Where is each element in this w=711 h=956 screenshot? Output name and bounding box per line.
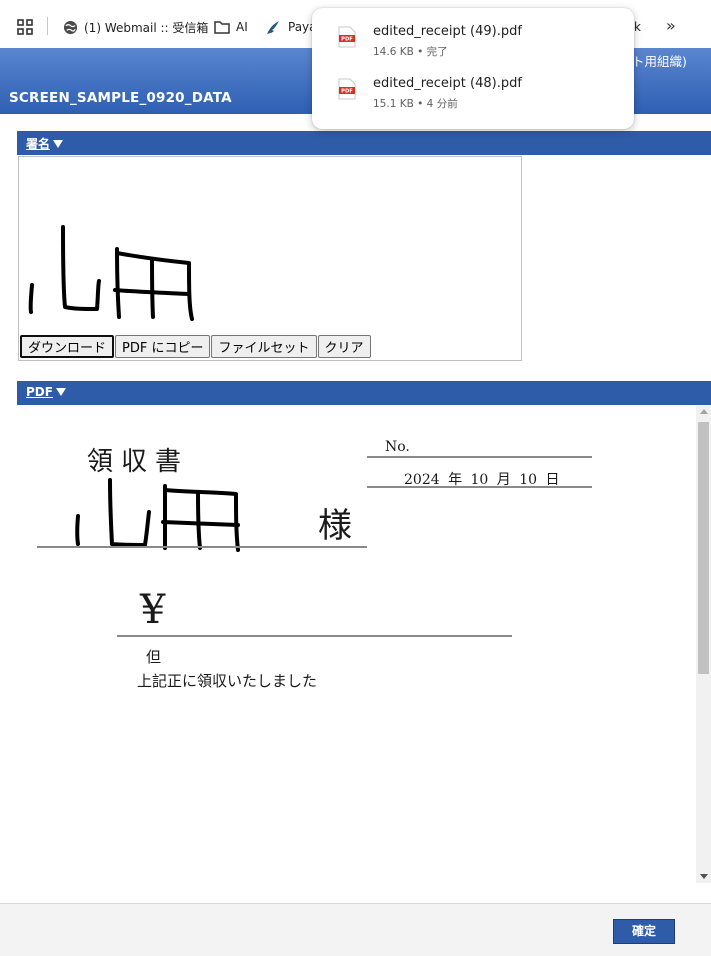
globe-icon <box>63 20 78 34</box>
pdf-file-icon: PDF <box>338 78 356 100</box>
copy-to-pdf-button[interactable]: PDF にコピー <box>115 335 211 358</box>
signature-section-header: 署名 <box>17 131 711 155</box>
receipt-received-text: 上記正に領収いたしました <box>137 672 318 690</box>
receipt-name-line <box>37 546 367 548</box>
download-meta: 14.6 KB • 完了 <box>373 46 448 58</box>
download-filename: edited_receipt (48).pdf <box>373 76 522 91</box>
receipt-amount-line <box>117 635 512 637</box>
signature-drawing <box>28 225 194 321</box>
bookmark-webmail-label: (1) Webmail :: 受信箱 <box>84 20 209 35</box>
bookmark-ai[interactable]: AI <box>214 18 248 36</box>
bird-icon <box>267 20 279 34</box>
clear-button[interactable]: クリア <box>317 335 371 358</box>
scroll-thumb[interactable] <box>698 422 709 674</box>
bookmark-partial-label: k <box>634 20 641 34</box>
receipt-honorific: 様 <box>318 506 352 546</box>
pdf-file-icon: PDF <box>338 26 356 48</box>
receipt-tadashi: 但 <box>146 648 162 666</box>
download-button[interactable]: ダウンロード <box>20 335 115 358</box>
signature-section-toggle[interactable]: 署名 <box>26 135 64 152</box>
confirm-button[interactable]: 確定 <box>613 919 675 944</box>
scroll-down-arrow-icon[interactable] <box>700 874 708 879</box>
signature-button-row: ダウンロード PDF にコピー ファイルセット クリア <box>20 335 372 358</box>
bookmarks-more-button[interactable]: » <box>666 16 676 35</box>
downloads-popup: PDF edited_receipt (49).pdf 14.6 KB • 完了… <box>312 8 634 129</box>
triangle-down-icon <box>55 388 66 396</box>
bookmark-ai-label: AI <box>236 20 248 34</box>
receipt-no-label: No. <box>385 439 410 455</box>
file-set-button[interactable]: ファイルセット <box>211 335 317 358</box>
pdf-scrollbar[interactable] <box>696 405 711 883</box>
triangle-down-icon <box>53 140 64 148</box>
bookmark-paya[interactable]: Paya <box>265 18 317 36</box>
download-filename: edited_receipt (49).pdf <box>373 24 522 39</box>
download-item[interactable]: PDF edited_receipt (48).pdf 15.1 KB • 4 … <box>312 60 634 112</box>
pdf-section-label: PDF <box>26 385 53 399</box>
download-meta: 15.1 KB • 4 分前 <box>373 98 458 110</box>
receipt-yen-symbol: ¥ <box>140 587 166 633</box>
scroll-up-arrow-icon[interactable] <box>700 409 708 414</box>
pdf-section-toggle[interactable]: PDF <box>26 385 66 399</box>
signature-pad[interactable]: ダウンロード PDF にコピー ファイルセット クリア <box>18 156 522 361</box>
apps-grid-icon[interactable] <box>17 19 33 35</box>
bookmark-partial[interactable]: k <box>634 18 641 36</box>
svg-text:PDF: PDF <box>341 37 353 43</box>
bookmark-webmail[interactable]: (1) Webmail :: 受信箱 <box>63 18 208 36</box>
folder-icon <box>214 21 230 34</box>
org-label: ト用組織) <box>632 54 687 69</box>
pdf-section-header: PDF <box>17 381 711 405</box>
receipt-no-line <box>367 456 592 458</box>
download-item[interactable]: PDF edited_receipt (49).pdf 14.6 KB • 完了 <box>312 8 634 60</box>
footer-bar: 確定 <box>0 903 711 956</box>
receipt-date-line <box>367 486 592 488</box>
bookmarks-separator <box>47 17 48 35</box>
signature-section-label: 署名 <box>26 137 51 151</box>
svg-text:PDF: PDF <box>341 89 353 95</box>
page-title: SCREEN_SAMPLE_0920_DATA <box>9 90 232 106</box>
